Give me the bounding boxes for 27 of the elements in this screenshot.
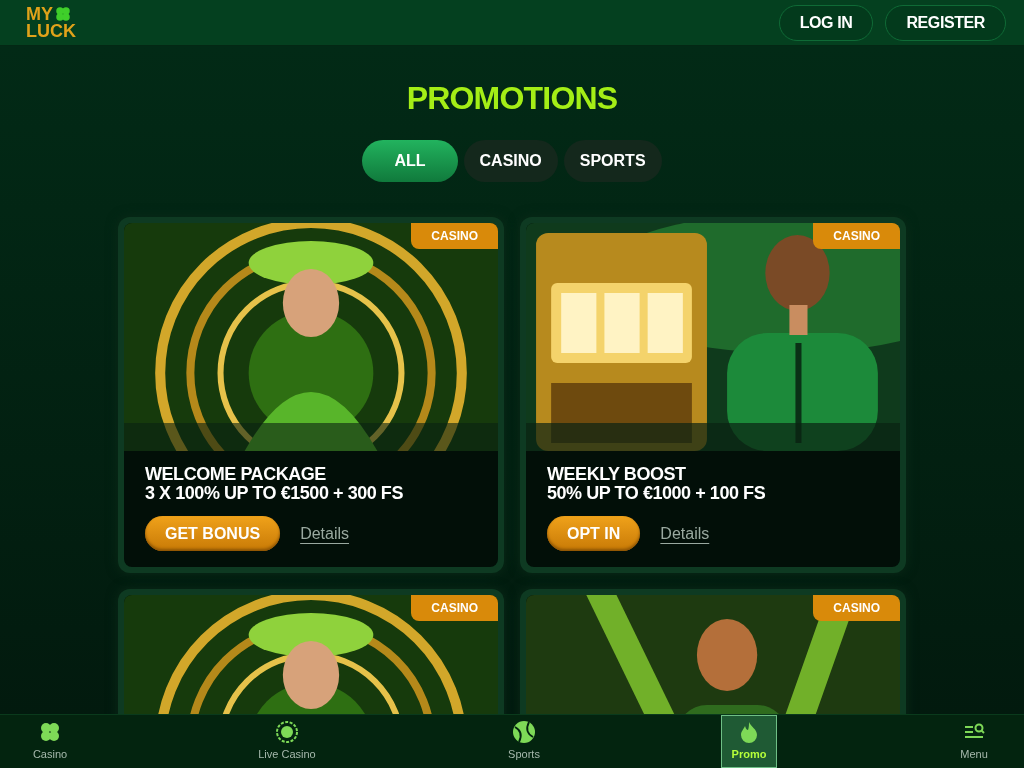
nav-item[interactable]: Menu xyxy=(934,715,1014,768)
clover-icon xyxy=(54,5,72,23)
promo-title: WELCOME PACKAGE xyxy=(145,465,327,483)
details-link[interactable]: Details xyxy=(660,521,710,546)
promo-offer: 3 X 100% UP TO €1500 + 300 FS xyxy=(145,483,404,503)
category-badge: CASINO xyxy=(411,595,498,621)
details-link[interactable]: Details xyxy=(300,521,350,546)
filter-tab[interactable]: ALL xyxy=(362,140,458,182)
logo[interactable]: MY LUCK xyxy=(26,5,76,40)
nav-item[interactable]: Sports xyxy=(484,715,564,768)
logo-text: LUCK xyxy=(26,23,76,40)
ball-icon xyxy=(512,720,536,745)
nav-item[interactable]: Casino xyxy=(10,715,90,768)
page-title: PROMOTIONS xyxy=(405,79,619,118)
category-badge: CASINO xyxy=(813,223,900,249)
login-button[interactable]: LOG IN xyxy=(778,4,874,41)
filter-tab[interactable]: SPORTS xyxy=(563,140,662,182)
promo-title: WEEKLY BOOST xyxy=(547,465,687,483)
wheel-icon xyxy=(275,720,299,745)
category-badge: CASINO xyxy=(411,223,498,249)
nav-item[interactable]: Live Casino xyxy=(247,715,327,768)
category-badge: CASINO xyxy=(813,595,900,621)
filter-tab[interactable]: CASINO xyxy=(463,140,558,182)
nav-item[interactable]: Promo xyxy=(721,715,777,768)
promo-offer: 50% UP TO €1000 + 100 FS xyxy=(547,483,767,503)
logo-text: MY xyxy=(26,5,53,23)
register-button[interactable]: REGISTER xyxy=(885,4,1006,41)
